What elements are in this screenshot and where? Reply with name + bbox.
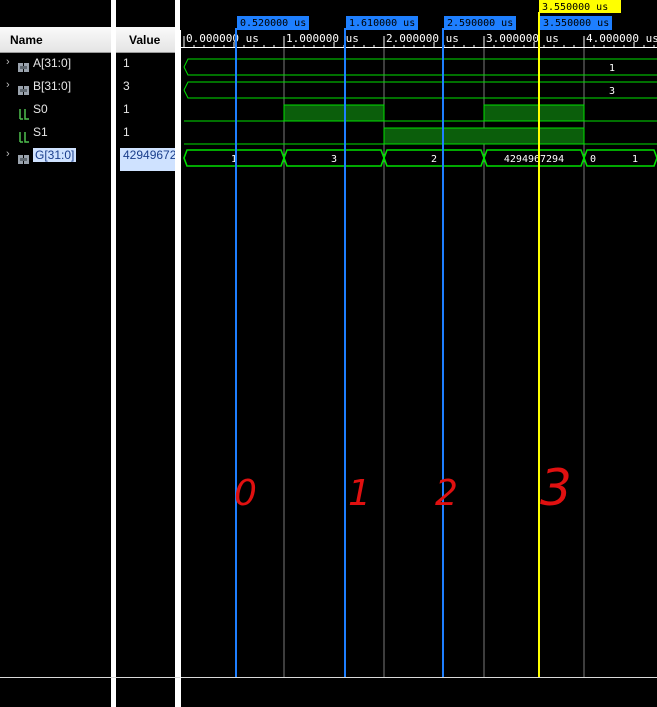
signal-value: 4294967294: [120, 148, 175, 171]
waveform-panel[interactable]: 0.000000 us 1.000000 us 2.000000 us 3.00000…: [180, 0, 657, 707]
bus-segment: [183, 58, 657, 76]
marker-label: 0.520000 us: [240, 18, 306, 29]
bus-icon: [17, 62, 31, 73]
ruler-label: 4.000000 us: [586, 32, 657, 45]
bus-icon: [17, 154, 31, 165]
bit-icon: [17, 108, 31, 120]
cursor-label: 3.550000 us: [542, 2, 608, 13]
value-column-header[interactable]: Value: [116, 27, 175, 53]
ruler-label: 2.000000 us: [386, 32, 459, 45]
ruler-label: 3.000000 us: [486, 32, 559, 45]
signal-name: S1: [33, 125, 48, 139]
bus-icon: [17, 85, 31, 96]
marker-label: 2.590000 us: [447, 18, 513, 29]
bus-segment: [183, 81, 657, 99]
bit-high-pulse: [483, 104, 585, 122]
value-column: Value 1 3 1 1 4294967294: [116, 0, 175, 707]
signal-row-b[interactable]: › B[31:0]: [0, 79, 111, 102]
expand-chevron-icon[interactable]: ›: [6, 148, 14, 160]
handwritten-annotation: 2: [435, 473, 458, 514]
marker-label: 1.610000 us: [349, 18, 415, 29]
handwritten-annotation: 0: [234, 473, 257, 514]
signal-value: 1: [123, 102, 130, 116]
bus-value-label: 3: [331, 154, 337, 165]
signal-name: B[31:0]: [33, 79, 72, 93]
bus-value-label: 2: [431, 154, 437, 165]
signal-name: G[31:0]: [33, 148, 77, 162]
signal-row-s0[interactable]: S0: [0, 102, 111, 125]
ruler-label: 0.000000 us: [186, 32, 259, 45]
bit-icon: [17, 131, 31, 143]
handwritten-annotation: 3: [540, 459, 572, 517]
ruler-label: 1.000000 us: [286, 32, 359, 45]
signal-row-s1[interactable]: S1: [0, 125, 111, 148]
bus-value-label: 1: [632, 154, 638, 165]
name-column-header[interactable]: Name: [0, 27, 111, 53]
signal-row-g[interactable]: › G[31:0]: [0, 148, 111, 171]
signal-value: 3: [123, 79, 130, 93]
signal-value: 1: [123, 125, 130, 139]
signal-row-a[interactable]: › A[31:0]: [0, 56, 111, 79]
handwritten-annotation: 1: [348, 473, 371, 514]
bit-high-pulse: [283, 104, 385, 122]
expand-chevron-icon[interactable]: ›: [6, 79, 14, 91]
bus-value-label: 3: [609, 86, 615, 97]
signal-name: A[31:0]: [33, 56, 72, 70]
signal-value: 1: [123, 56, 130, 70]
bus-value-label: 1: [609, 63, 615, 74]
name-column: Name › A[31:0] › B[31:0] S0 S1 › G[31:0]: [0, 0, 111, 707]
bit-high-pulse: [383, 127, 585, 145]
expand-chevron-icon[interactable]: ›: [6, 56, 14, 68]
signal-name: S0: [33, 102, 48, 116]
marker-label: 3.550000 us: [543, 18, 609, 29]
bus-value-label: 4294967294: [504, 154, 564, 165]
bus-value-label: 0: [590, 154, 596, 165]
